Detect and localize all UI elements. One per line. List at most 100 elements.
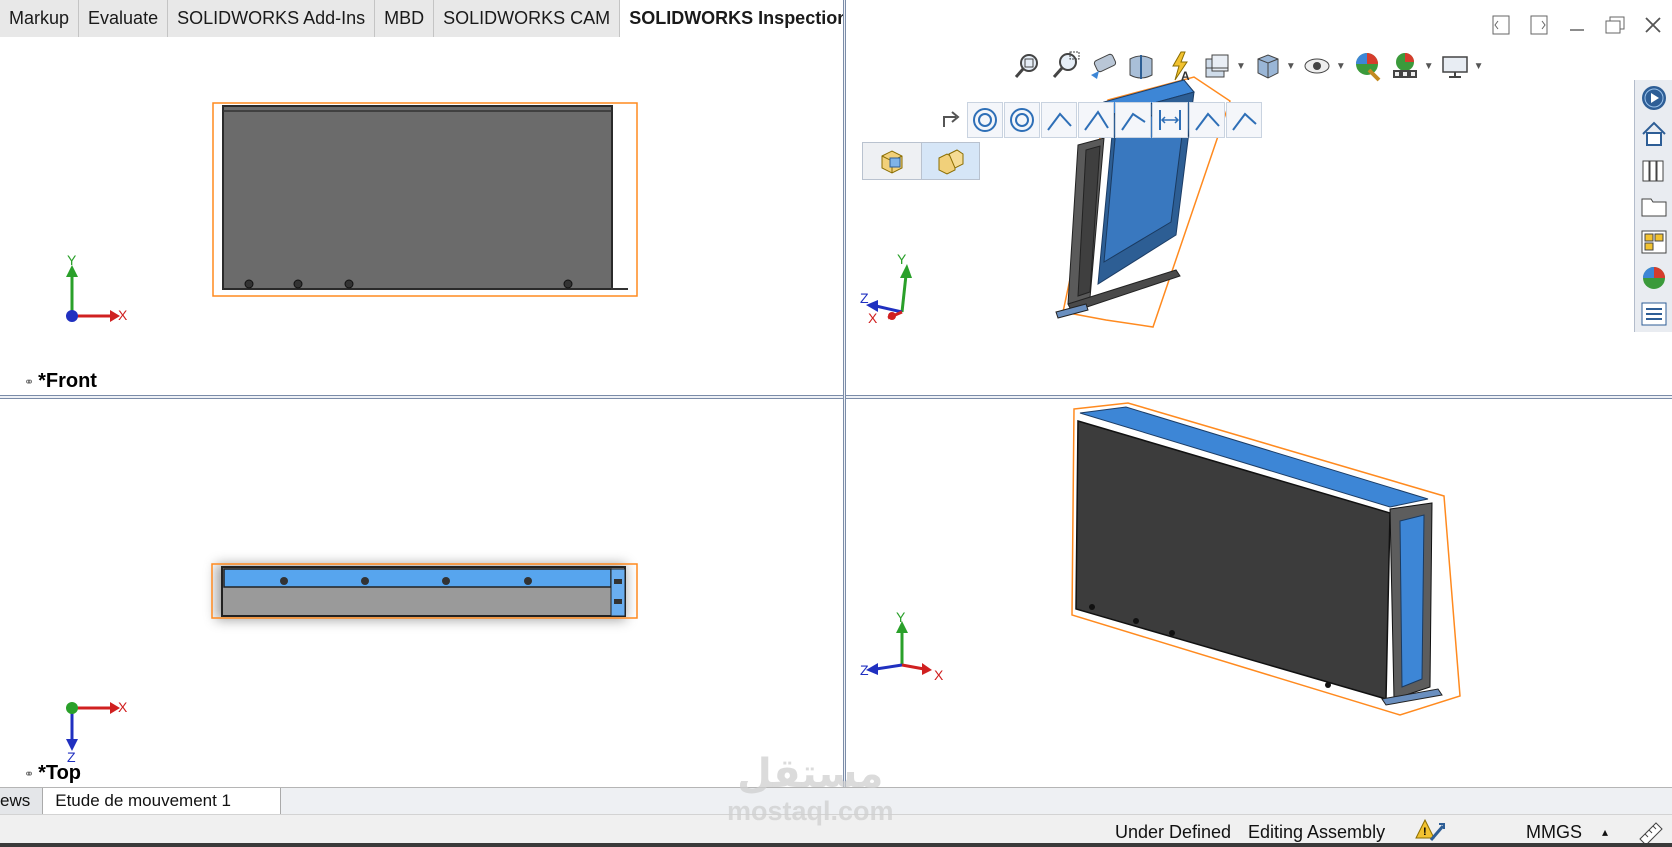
line-tool-button[interactable] — [1226, 102, 1262, 138]
viewport-top[interactable]: X Z ⚭ *Top — [0, 399, 843, 787]
tab-mbd[interactable]: MBD — [375, 0, 435, 37]
view-orientation-button[interactable] — [1200, 49, 1234, 83]
smart-dimension-button[interactable] — [1152, 102, 1188, 138]
viewport-vertical-splitter[interactable] — [843, 0, 846, 787]
appearances-tab[interactable] — [1635, 260, 1672, 296]
sketch-context-toolbar — [966, 101, 1262, 139]
task-pane — [1634, 80, 1672, 332]
triad-y-label-iso2: Y — [896, 609, 906, 625]
minimize-icon — [1570, 29, 1584, 31]
warning-rebuild-icon: ! — [1415, 818, 1445, 841]
triad-y-label: Y — [67, 252, 77, 268]
triad-z-label-iso: Z — [860, 290, 869, 306]
tab-solidworks-add-ins[interactable]: SOLIDWORKS Add-Ins — [168, 0, 376, 37]
display-style-button[interactable] — [1250, 49, 1284, 83]
tile-right-icon — [1530, 15, 1548, 35]
solidworks-resources-tab[interactable] — [1635, 80, 1672, 116]
triad-x-label-top: X — [118, 699, 128, 715]
tab-views[interactable]: ews — [0, 788, 44, 814]
tile-left-button[interactable] — [1482, 0, 1520, 50]
tab-solidworks-inspection[interactable]: SOLIDWORKS Inspection — [620, 0, 859, 37]
taskbar-strip — [0, 843, 1672, 847]
line-icon — [1121, 112, 1146, 131]
home-tab[interactable] — [1635, 116, 1672, 152]
chevron-down-icon[interactable]: ▼ — [1474, 61, 1484, 72]
hole — [280, 577, 288, 585]
ribbon-tab-bar: Markup Evaluate SOLIDWORKS Add-Ins MBD S… — [0, 0, 859, 37]
top-view-canvas — [66, 563, 638, 751]
chevron-down-icon[interactable]: ▼ — [1336, 61, 1346, 72]
minimize-button[interactable] — [1558, 0, 1596, 50]
tab-markup[interactable]: Markup — [0, 0, 80, 37]
line-icon — [1232, 112, 1257, 131]
viewport-isometric-bottom[interactable]: Y Z X — [846, 399, 1672, 787]
view-orientation-icon — [1205, 54, 1229, 78]
line-icon — [1195, 112, 1220, 131]
iso-view-canvas-2 — [866, 402, 1461, 716]
restore-icon — [1605, 16, 1625, 34]
circle-tool-button[interactable] — [1004, 102, 1040, 138]
zoom-to-area-button[interactable] — [1048, 49, 1082, 83]
close-button[interactable] — [1634, 0, 1672, 50]
smart-dimension-icon — [1159, 110, 1181, 130]
link-icon: ⚭ — [24, 374, 35, 389]
view-selector-part-button[interactable] — [863, 143, 921, 179]
dynamic-annotation-button[interactable]: A — [1162, 49, 1196, 83]
assembly-cube-icon — [938, 149, 963, 175]
circle-icon — [973, 108, 997, 132]
apply-scene-button[interactable] — [1388, 49, 1422, 83]
zoom-to-fit-button[interactable] — [1010, 49, 1044, 83]
custom-properties-tab[interactable] — [1635, 296, 1672, 332]
design-library-tab[interactable] — [1635, 152, 1672, 188]
front-label-text: *Front — [38, 370, 97, 392]
tab-motion-study-1[interactable]: Etude de mouvement 1 — [43, 788, 282, 814]
status-units[interactable]: MMGS — [1526, 822, 1582, 843]
view-settings-icon — [1441, 56, 1468, 78]
watermark-arabic: مستقل — [737, 751, 884, 797]
view-selector — [862, 142, 980, 180]
heads-up-view-toolbar: A ▼ ▼ ▼ ▼ ▼ — [1010, 46, 1484, 86]
chevron-down-icon[interactable]: ▼ — [1286, 61, 1296, 72]
triad-x-label-iso2: X — [934, 667, 944, 683]
section-view-button[interactable] — [1124, 49, 1158, 83]
tile-left-icon — [1492, 15, 1510, 35]
viewport-front[interactable]: Y X ⚭ *Front — [0, 37, 843, 395]
line-tool-button[interactable] — [1189, 102, 1225, 138]
previous-view-button[interactable] — [1086, 49, 1120, 83]
view-palette-tab[interactable] — [1635, 224, 1672, 260]
context-arrow-button[interactable] — [940, 107, 964, 136]
appearances-icon — [1643, 267, 1665, 289]
tab-evaluate[interactable]: Evaluate — [79, 0, 169, 37]
restore-button[interactable] — [1596, 0, 1634, 50]
front-view-canvas — [66, 102, 638, 322]
line-tool-button[interactable] — [1115, 102, 1151, 138]
tile-right-button[interactable] — [1520, 0, 1558, 50]
viewport-horizontal-splitter[interactable] — [0, 395, 1672, 399]
status-mode: Editing Assembly — [1248, 822, 1386, 842]
display-style-icon — [1257, 54, 1279, 79]
part-flange — [611, 287, 628, 290]
hole — [524, 577, 532, 585]
hide-show-items-icon — [1304, 58, 1330, 74]
units-caret-icon[interactable]: ▴ — [1602, 825, 1608, 839]
chevron-down-icon[interactable]: ▼ — [1236, 61, 1246, 72]
circle-icon — [1010, 108, 1034, 132]
triad-y-label-iso: Y — [897, 251, 907, 267]
view-settings-button[interactable] — [1438, 49, 1472, 83]
triad-z-label-iso2: Z — [860, 662, 869, 678]
ruler-pencil-icon — [1639, 822, 1663, 846]
file-explorer-tab[interactable] — [1635, 188, 1672, 224]
hide-show-items-button[interactable] — [1300, 49, 1334, 83]
top-label-text: *Top — [38, 762, 82, 784]
line-tool-button[interactable] — [1041, 102, 1077, 138]
home-icon — [1642, 121, 1666, 146]
hole — [563, 279, 573, 289]
circle-tool-button[interactable] — [967, 102, 1003, 138]
triad-xz — [66, 702, 120, 751]
chevron-down-icon[interactable]: ▼ — [1424, 61, 1434, 72]
solidworks-resources-icon — [1642, 86, 1666, 110]
view-selector-assembly-button[interactable] — [921, 143, 979, 179]
edit-appearance-button[interactable] — [1350, 49, 1384, 83]
line-tool-button[interactable] — [1078, 102, 1114, 138]
tab-solidworks-cam[interactable]: SOLIDWORKS CAM — [434, 0, 621, 37]
